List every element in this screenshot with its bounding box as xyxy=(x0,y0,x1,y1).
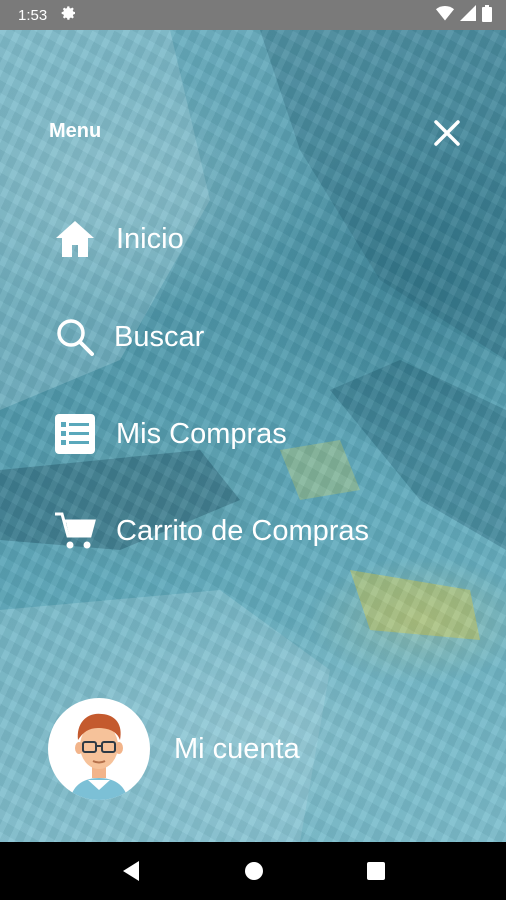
recents-icon[interactable] xyxy=(366,862,385,880)
menu-background: Menu Inicio Buscar Mis Compras Carrito d… xyxy=(0,30,506,842)
menu-item-label: Mis Compras xyxy=(116,417,287,450)
menu-title: Menu xyxy=(49,120,102,142)
signal-icon xyxy=(460,5,476,25)
status-time: 1:53 xyxy=(18,6,48,24)
account-label: Mi cuenta xyxy=(174,732,300,765)
menu-item-label: Inicio xyxy=(116,222,184,255)
home-icon xyxy=(54,218,96,260)
menu-item-buscar[interactable]: Buscar xyxy=(54,316,204,358)
status-bar: 1:53 xyxy=(0,0,506,30)
close-icon[interactable] xyxy=(432,118,462,148)
user-avatar-icon xyxy=(48,698,150,800)
settings-icon xyxy=(61,5,77,25)
list-icon xyxy=(54,413,96,455)
cart-icon xyxy=(54,510,96,552)
battery-icon xyxy=(482,4,492,26)
system-nav-bar xyxy=(0,842,506,900)
wifi-icon xyxy=(436,5,454,25)
account-button[interactable]: Mi cuenta xyxy=(48,698,300,800)
menu-item-label: Buscar xyxy=(114,320,205,353)
menu-item-carrito-de-compras[interactable]: Carrito de Compras xyxy=(54,510,369,552)
back-icon[interactable] xyxy=(121,860,141,882)
menu-item-label: Carrito de Compras xyxy=(116,514,370,547)
menu-item-inicio[interactable]: Inicio xyxy=(54,218,184,260)
menu-item-mis-compras[interactable]: Mis Compras xyxy=(54,413,287,455)
home-circle-icon[interactable] xyxy=(244,861,264,881)
search-icon xyxy=(54,316,96,358)
